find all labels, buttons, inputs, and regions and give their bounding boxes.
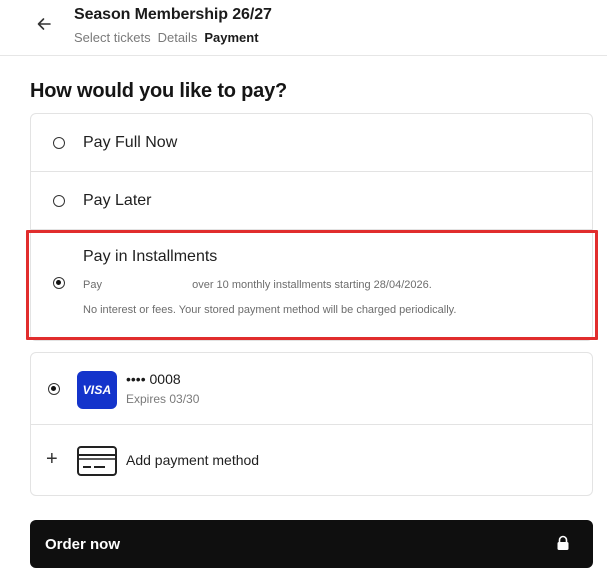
breadcrumb-payment: Payment: [204, 30, 259, 45]
visa-logo: VISA: [77, 371, 117, 409]
page-title: Season Membership 26/27: [74, 6, 272, 23]
header: Season Membership 26/27 Select tickets D…: [0, 0, 607, 56]
arrow-left-icon: [37, 18, 51, 30]
payment-question-heading: How would you like to pay?: [30, 80, 288, 102]
back-button[interactable]: [32, 12, 56, 36]
option-label: Pay Later: [83, 192, 152, 209]
radio-pay-full-now[interactable]: [53, 137, 65, 149]
breadcrumb-details[interactable]: Details: [158, 30, 198, 45]
option-label: Pay in Installments: [83, 248, 218, 265]
lock-icon: [557, 535, 569, 550]
installment-note: No interest or fees. Your stored payment…: [83, 304, 457, 316]
payment-methods: VISA •••• 0008 Expires 03/30 + Add payme…: [30, 352, 593, 496]
installment-detail-suffix: over 10 monthly installments starting 28…: [192, 279, 432, 291]
card-number: •••• 0008: [126, 371, 181, 387]
option-pay-later[interactable]: Pay Later: [31, 172, 592, 230]
option-label: Pay Full Now: [83, 134, 178, 151]
saved-card-row[interactable]: VISA •••• 0008 Expires 03/30: [31, 353, 592, 425]
option-pay-full-now[interactable]: Pay Full Now: [31, 114, 592, 172]
radio-pay-in-installments[interactable]: [53, 277, 65, 289]
radio-pay-later[interactable]: [53, 195, 65, 207]
radio-saved-card[interactable]: [48, 383, 60, 395]
option-pay-in-installments[interactable]: Pay in Installments Pay over 10 monthly …: [31, 230, 592, 342]
breadcrumb-select-tickets[interactable]: Select tickets: [74, 30, 151, 45]
card-expiry: Expires 03/30: [126, 392, 200, 406]
installment-detail: Pay over 10 monthly installments startin…: [83, 279, 432, 291]
order-now-label: Order now: [45, 536, 121, 553]
plus-icon: +: [46, 448, 58, 470]
add-payment-method-row[interactable]: + Add payment method: [31, 425, 592, 497]
credit-card-icon: [77, 446, 117, 476]
breadcrumb: Select tickets Details Payment: [74, 30, 259, 45]
order-now-button[interactable]: Order now: [30, 520, 593, 568]
add-payment-method-label: Add payment method: [126, 452, 260, 468]
installment-detail-prefix: Pay: [83, 279, 102, 291]
payment-options: Pay Full Now Pay Later Pay in Installmen…: [30, 113, 593, 341]
